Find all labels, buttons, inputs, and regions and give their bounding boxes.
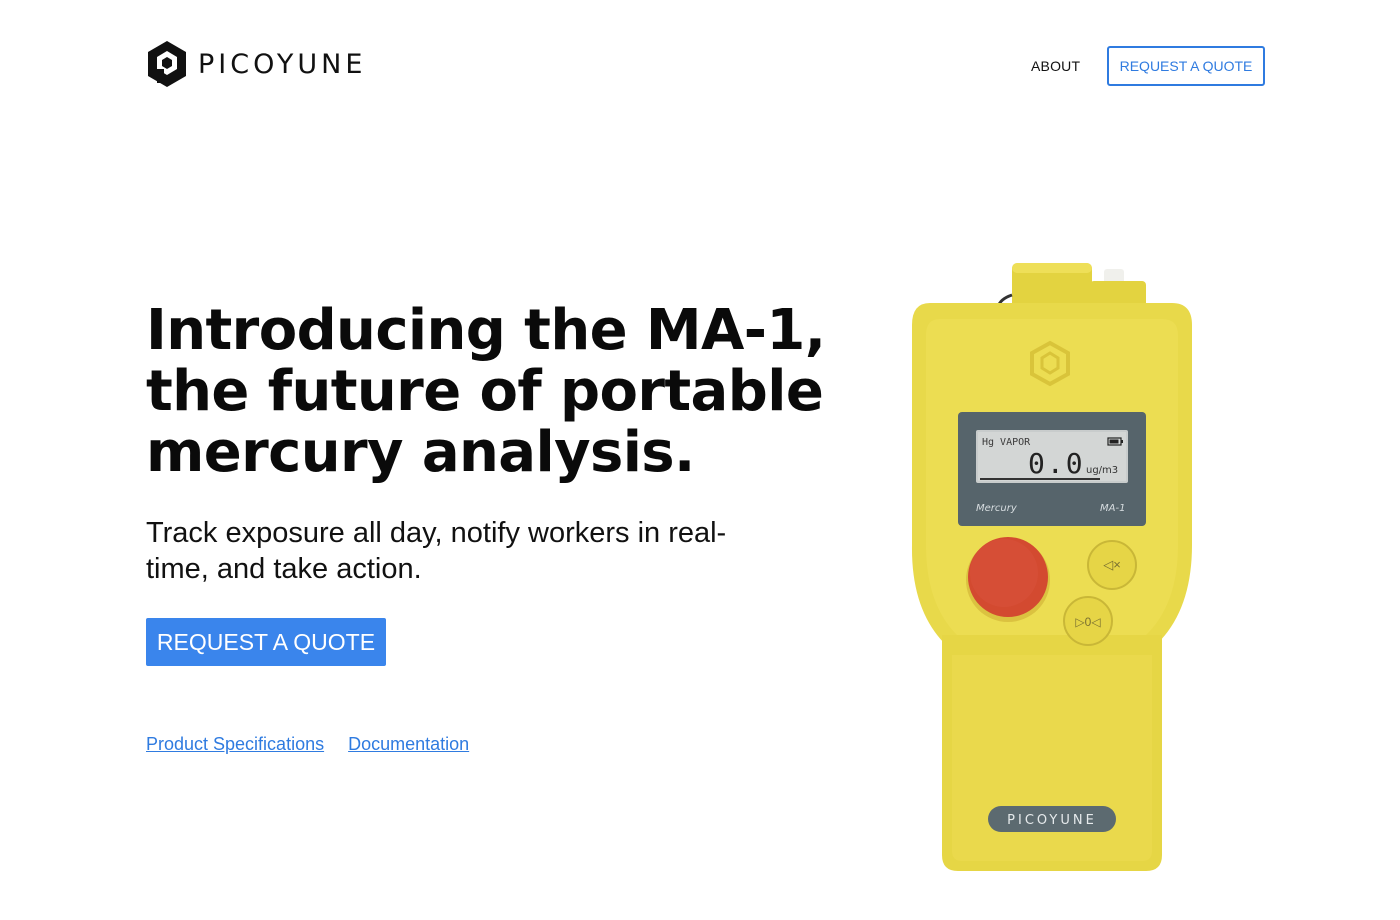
- product-specifications-link[interactable]: Product Specifications: [146, 734, 324, 755]
- headline-line: the future of portable: [146, 359, 824, 424]
- lcd-unit: ug/m3: [1086, 465, 1118, 476]
- nav-request-quote-button[interactable]: REQUEST A QUOTE: [1107, 46, 1265, 86]
- panel-label-left: Mercury: [976, 503, 1018, 514]
- mute-icon: ◁×: [1103, 557, 1121, 572]
- ma1-device-image: Hg VAPOR 0.0 ug/m3 Mercury MA-1 ◁× ▷0◁ P…: [900, 255, 1200, 885]
- headline-line: Introducing the MA-1,: [146, 298, 826, 363]
- landing-page: PICOYUNE ABOUT REQUEST A QUOTE Introduci…: [0, 0, 1400, 920]
- logo[interactable]: PICOYUNE: [146, 40, 366, 88]
- device-badge-text: PICOYUNE: [1007, 813, 1097, 828]
- documentation-link[interactable]: Documentation: [348, 734, 469, 755]
- panel-label-right: MA-1: [1100, 503, 1125, 514]
- nav-about-link[interactable]: ABOUT: [1031, 58, 1080, 74]
- logo-wordmark: PICOYUNE: [198, 48, 367, 80]
- lcd-title: Hg VAPOR: [982, 437, 1031, 448]
- hero-subheadline: Track exposure all day, notify workers i…: [146, 517, 727, 585]
- hero-headline: Introducing the MA-1, the future of port…: [146, 300, 846, 483]
- hero-links: Product Specifications Documentation: [146, 734, 469, 755]
- lcd-value: 0.0: [1028, 447, 1085, 480]
- hero-request-quote-button[interactable]: REQUEST A QUOTE: [146, 618, 386, 666]
- logo-hexagon-icon: [148, 41, 186, 87]
- headline-line: mercury analysis.: [146, 420, 695, 485]
- zero-icon: ▷0◁: [1075, 615, 1100, 629]
